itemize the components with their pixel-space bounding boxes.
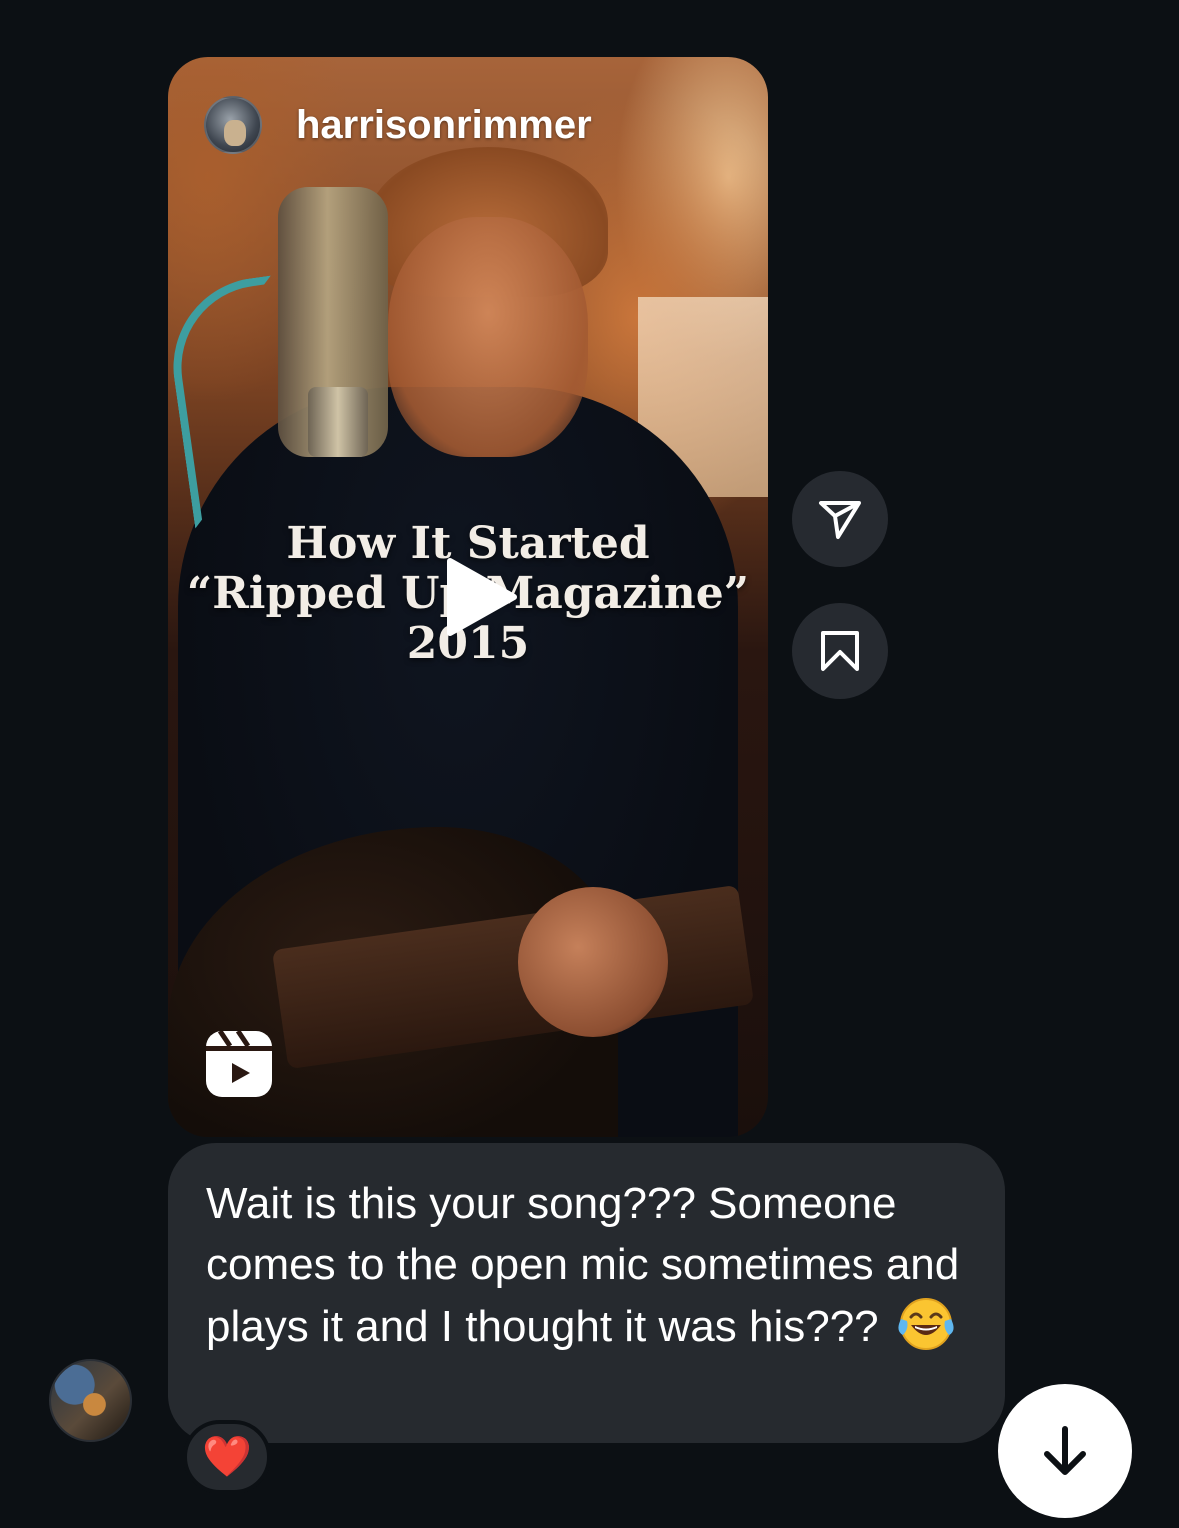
scroll-to-bottom-button[interactable] <box>998 1384 1132 1518</box>
author-username[interactable]: harrisonrimmer <box>296 103 592 148</box>
reel-hand <box>518 887 668 1037</box>
bookmark-icon <box>821 631 859 671</box>
reels-icon <box>206 1031 272 1097</box>
shared-reel-card[interactable]: harrisonrimmer How It Started “Ripped Up… <box>168 57 768 1137</box>
author-avatar[interactable] <box>204 96 262 154</box>
reel-mic-stand <box>308 387 368 457</box>
send-icon <box>819 501 861 539</box>
play-icon[interactable] <box>436 555 520 639</box>
arrow-down-icon <box>1044 1426 1086 1475</box>
sender-avatar[interactable] <box>49 1359 132 1442</box>
chat-screen: harrisonrimmer How It Started “Ripped Up… <box>0 0 1179 1528</box>
heart-reaction: ❤️ <box>202 1434 252 1480</box>
reaction-badge[interactable]: ❤️ <box>183 1420 271 1494</box>
save-button[interactable] <box>792 603 888 699</box>
tears-of-joy-emoji-icon <box>898 1298 954 1350</box>
reel-author[interactable]: harrisonrimmer <box>204 95 592 155</box>
reel-figure-face <box>388 217 588 457</box>
share-button[interactable] <box>792 471 888 567</box>
message-bubble[interactable]: Wait is this your song??? Someone comes … <box>168 1143 1005 1443</box>
message-text: Wait is this your song??? Someone comes … <box>206 1179 960 1351</box>
